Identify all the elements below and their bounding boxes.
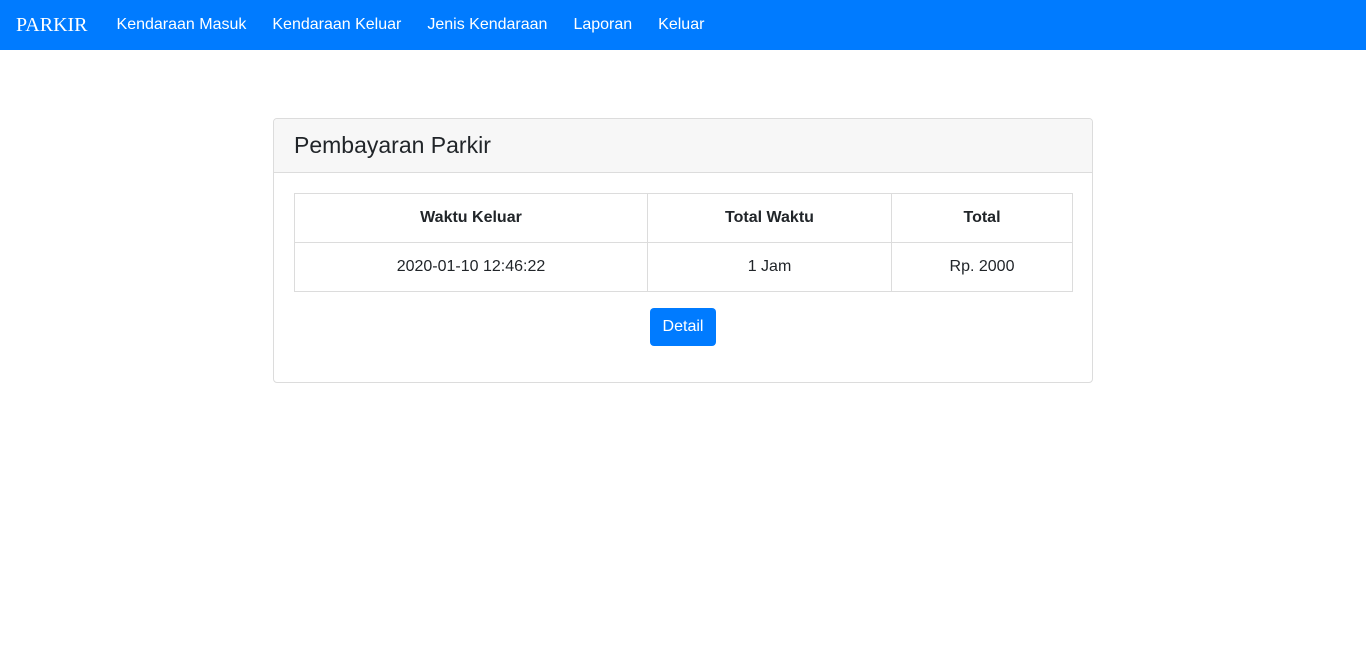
column-header-total: Total [891,193,1073,243]
brand-link[interactable]: PARKIR [16,0,88,50]
table-row: 2020-01-10 12:46:22 1 Jam Rp. 2000 [294,242,1073,292]
payment-table: Waktu Keluar Total Waktu Total 2020-01-1… [294,193,1073,292]
cell-waktu-keluar: 2020-01-10 12:46:22 [294,242,648,292]
payment-card: Pembayaran Parkir Waktu Keluar Total Wak… [273,118,1093,383]
table-header-row: Waktu Keluar Total Waktu Total [294,193,1073,243]
cell-total: Rp. 2000 [891,242,1073,292]
nav-item-laporan[interactable]: Laporan [573,0,632,50]
navbar: PARKIR Kendaraan Masuk Kendaraan Keluar … [0,0,1366,50]
card-header: Pembayaran Parkir [274,119,1092,173]
detail-button[interactable]: Detail [650,308,716,346]
column-header-total-waktu: Total Waktu [647,193,892,243]
nav-item-keluar[interactable]: Keluar [658,0,704,50]
nav-item-kendaraan-masuk[interactable]: Kendaraan Masuk [117,0,247,50]
column-header-waktu-keluar: Waktu Keluar [294,193,648,243]
nav-item-kendaraan-keluar[interactable]: Kendaraan Keluar [272,0,401,50]
nav-item-jenis-kendaraan[interactable]: Jenis Kendaraan [427,0,547,50]
page-title: Pembayaran Parkir [294,132,491,158]
cell-total-waktu: 1 Jam [647,242,892,292]
